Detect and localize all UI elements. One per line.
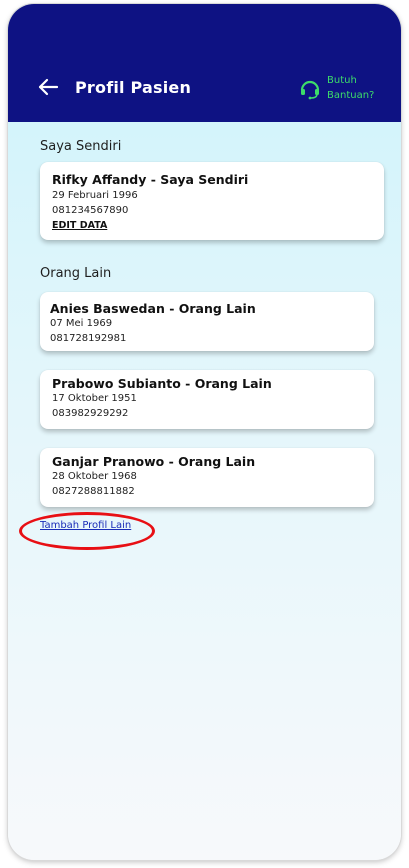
profile-birth-date: 07 Mei 1969 bbox=[50, 318, 113, 329]
help-text-line1: Butuh bbox=[327, 75, 357, 86]
profile-name: Ganjar Pranowo - Orang Lain bbox=[52, 454, 256, 469]
other-profile-card[interactable]: Ganjar Pranowo - Orang Lain 28 Oktober 1… bbox=[40, 448, 374, 507]
profile-birth-date: 29 Februari 1996 bbox=[52, 190, 138, 201]
profile-birth-date: 28 Oktober 1968 bbox=[52, 471, 137, 482]
profile-phone: 083982929292 bbox=[52, 408, 129, 419]
help-button[interactable]: Butuh Bantuan? bbox=[299, 73, 389, 105]
section-label-others: Orang Lain bbox=[40, 266, 112, 281]
profile-name: Rifky Affandy - Saya Sendiri bbox=[52, 172, 249, 187]
back-button[interactable] bbox=[37, 76, 59, 98]
self-profile-card[interactable]: Rifky Affandy - Saya Sendiri 29 Februari… bbox=[40, 162, 384, 240]
edit-data-button[interactable]: EDIT DATA bbox=[52, 220, 107, 231]
profile-phone: 081234567890 bbox=[52, 205, 129, 216]
highlight-circle bbox=[19, 512, 155, 550]
profile-birth-date: 17 Oktober 1951 bbox=[52, 393, 137, 404]
other-profile-card[interactable]: Prabowo Subianto - Orang Lain 17 Oktober… bbox=[40, 370, 374, 429]
other-profile-card[interactable]: Anies Baswedan - Orang Lain 07 Mei 1969 … bbox=[40, 292, 374, 351]
arrow-left-icon bbox=[38, 78, 59, 96]
page-title: Profil Pasien bbox=[75, 78, 192, 97]
help-text-line2: Bantuan? bbox=[327, 90, 375, 101]
headset-icon bbox=[300, 80, 320, 100]
phone-frame: Profil Pasien Butuh Bantuan? Saya Sendir… bbox=[8, 4, 401, 860]
section-label-self: Saya Sendiri bbox=[40, 139, 122, 154]
app-bar: Profil Pasien Butuh Bantuan? bbox=[8, 4, 401, 122]
profile-name: Anies Baswedan - Orang Lain bbox=[50, 301, 256, 316]
profile-name: Prabowo Subianto - Orang Lain bbox=[52, 376, 272, 391]
profile-phone: 081728192981 bbox=[50, 333, 127, 344]
profile-phone: 0827288811882 bbox=[52, 486, 135, 497]
help-text: Butuh Bantuan? bbox=[327, 73, 389, 103]
